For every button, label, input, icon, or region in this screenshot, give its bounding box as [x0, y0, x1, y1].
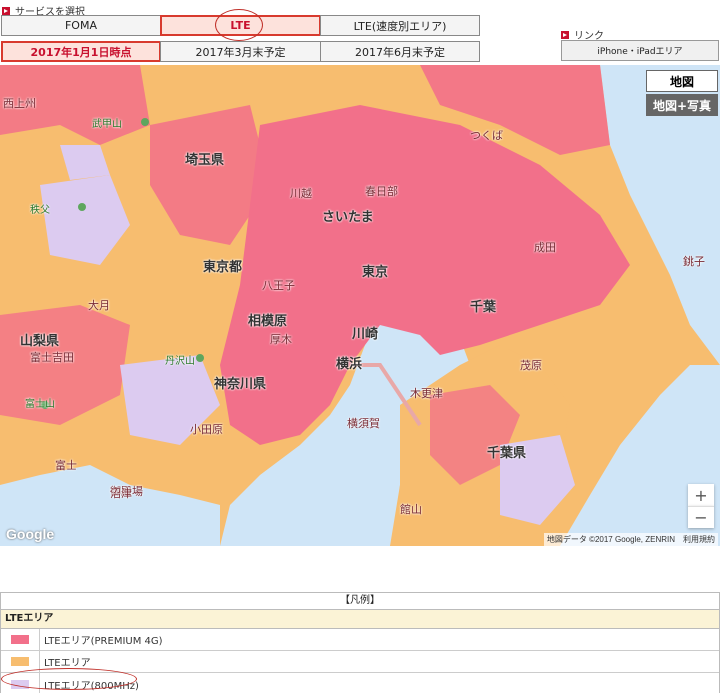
- arrow-right-icon: [561, 30, 569, 39]
- legend-row: LTEエリア(PREMIUM 4G): [1, 628, 719, 651]
- legend-swatch-premium: [11, 635, 29, 644]
- legend-divider: [39, 628, 40, 651]
- google-logo: Google: [6, 526, 55, 542]
- date-tabs: 2017年1月1日時点 2017年3月末予定 2017年6月末予定: [1, 41, 480, 62]
- coverage-map[interactable]: 埼玉県 さいたま 東京 東京都 千葉 千葉県 川崎 横浜 相模原 神奈川県 山梨…: [0, 65, 720, 546]
- legend-divider: [39, 650, 40, 673]
- iphone-ipad-area-button[interactable]: iPhone・iPadエリア: [561, 40, 719, 61]
- legend-title: 【凡例】: [1, 593, 719, 610]
- legend-row: LTEエリア(800MHz): [1, 673, 719, 693]
- legend-swatch-lte: [11, 657, 29, 666]
- tab-lte-speed[interactable]: LTE(速度別エリア): [320, 15, 480, 36]
- map-type-satellite-button[interactable]: 地図+写真: [646, 94, 718, 116]
- tab-date-jun[interactable]: 2017年6月末予定: [320, 41, 480, 62]
- mountain-marker-tanzawa: [196, 354, 204, 362]
- map-attribution[interactable]: 地図データ ©2017 Google, ZENRIN 利用規約: [543, 533, 718, 546]
- tab-date-mar[interactable]: 2017年3月末予定: [160, 41, 321, 62]
- legend-label-premium: LTEエリア(PREMIUM 4G): [44, 636, 163, 647]
- zoom-out-button[interactable]: −: [688, 506, 714, 528]
- mountain-marker-chichibu: [78, 203, 86, 211]
- service-tabs: FOMA LTE LTE(速度別エリア): [1, 15, 480, 36]
- arrow-right-icon: [2, 6, 10, 15]
- tab-date-jan[interactable]: 2017年1月1日時点: [1, 41, 161, 62]
- tab-lte[interactable]: LTE: [160, 15, 321, 36]
- page-root: サービスを選択 FOMA LTE LTE(速度別エリア) 2017年1月1日時点…: [0, 0, 720, 693]
- mountain-marker-north: [141, 118, 149, 126]
- legend-label-lte: LTEエリア: [44, 658, 91, 669]
- legend-header: LTEエリア: [1, 610, 719, 629]
- map-canvas: [0, 65, 720, 546]
- legend-swatch-800mhz: [11, 679, 29, 689]
- tab-foma[interactable]: FOMA: [1, 15, 161, 36]
- map-type-map-button[interactable]: 地図: [646, 70, 718, 92]
- zoom-in-button[interactable]: +: [688, 484, 714, 506]
- legend-label-800mhz: LTEエリア(800MHz): [44, 680, 139, 692]
- legend-divider: [39, 673, 40, 693]
- legend-row: LTEエリア: [1, 650, 719, 673]
- mountain-marker-fuji: [41, 401, 49, 409]
- legend-table: 【凡例】 LTEエリア LTEエリア(PREMIUM 4G) LTEエリア LT…: [0, 592, 720, 693]
